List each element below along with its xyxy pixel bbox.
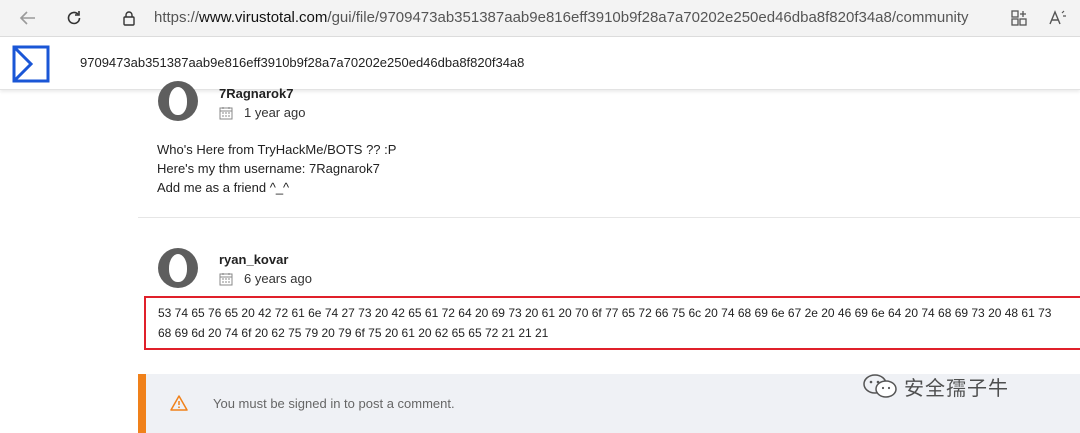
comment-username[interactable]: 7Ragnarok7: [219, 86, 293, 101]
avatar: [158, 81, 198, 121]
comment-line: 53 74 65 76 65 20 42 72 61 6e 74 27 73 2…: [158, 306, 1052, 320]
comment-line: Add me as a friend ^_^: [157, 180, 290, 195]
address-bar[interactable]: https://www.virustotal.com/gui/file/9709…: [154, 9, 969, 26]
url-prefix: https://: [154, 9, 200, 26]
browser-toolbar: https://www.virustotal.com/gui/file/9709…: [0, 0, 1080, 37]
comment-date: 6 years ago: [244, 271, 312, 286]
read-aloud-icon[interactable]: [1045, 5, 1071, 31]
calendar-icon: [219, 272, 233, 286]
avatar: [158, 248, 198, 288]
comment-line: Who's Here from TryHackMe/BOTS ?? :P: [157, 142, 397, 157]
wechat-icon: [863, 374, 897, 398]
refresh-icon[interactable]: [60, 4, 88, 32]
file-hash: 9709473ab351387aab9e816eff3910b9f28a7a70…: [80, 55, 525, 70]
highlight-box: 53 74 65 76 65 20 42 72 61 6e 74 27 73 2…: [144, 296, 1080, 350]
comment-item: 7Ragnarok7 1 year ago Who's Here from Tr…: [138, 81, 1080, 217]
warning-bar: [138, 374, 146, 433]
lock-icon[interactable]: [115, 4, 143, 32]
apps-icon[interactable]: [1006, 5, 1032, 31]
url-domain: www.virustotal.com: [199, 9, 328, 26]
watermark: 安全孺子牛: [862, 373, 1009, 400]
back-arrow-icon[interactable]: [14, 4, 42, 32]
warning-icon: [170, 395, 188, 411]
calendar-icon: [219, 106, 233, 120]
signin-message: You must be signed in to post a comment.: [213, 396, 455, 411]
comment-line: Here's my thm username: 7Ragnarok7: [157, 161, 380, 176]
watermark-text: 安全孺子牛: [904, 375, 1009, 400]
comment-line: 68 69 6d 20 74 6f 20 62 75 79 20 79 6f 7…: [158, 326, 549, 340]
virustotal-logo[interactable]: [12, 45, 50, 83]
vt-header: 9709473ab351387aab9e816eff3910b9f28a7a70…: [0, 37, 1080, 90]
comment-username[interactable]: ryan_kovar: [219, 252, 288, 267]
comment-date: 1 year ago: [244, 105, 306, 120]
url-path: /gui/file/9709473ab351387aab9e816eff3910…: [327, 9, 969, 26]
